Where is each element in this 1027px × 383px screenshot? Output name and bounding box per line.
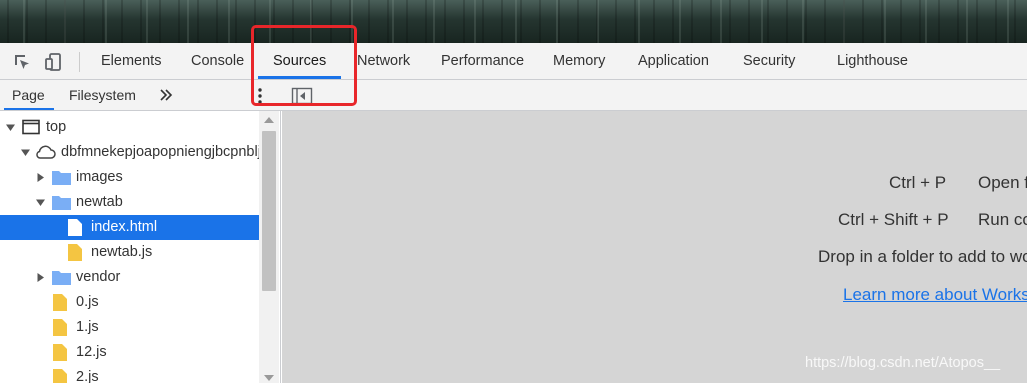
expanded-arrow-icon[interactable] [6, 123, 15, 132]
expanded-arrow-icon[interactable] [21, 148, 30, 157]
shortcut-action-run-command: Run command [978, 210, 1027, 229]
tab-console[interactable]: Console [191, 43, 244, 79]
folder-icon [52, 271, 71, 285]
scroll-thumb[interactable] [262, 131, 276, 291]
script-file-icon [68, 244, 82, 261]
script-file-icon [53, 344, 67, 361]
tree-item-label: newtab.js [91, 244, 153, 260]
tree-item-newtab-js[interactable]: newtab.js [0, 240, 259, 265]
tree-item-extension-origin[interactable]: dbfmnekepjoapopniengjbcpnbljalfkhp [0, 140, 259, 165]
file-navigator: top dbfmnekepjoapopniengjbcpnbljalfkhp i… [0, 111, 281, 383]
tree-item-label: images [76, 169, 123, 185]
tree-item-1-js[interactable]: 1.js [0, 315, 259, 340]
script-file-icon [53, 369, 67, 383]
more-tabs-icon[interactable] [158, 86, 174, 104]
tree-item-top[interactable]: top [0, 115, 259, 140]
script-file-icon [53, 319, 67, 336]
tree-item-label: 1.js [76, 319, 99, 335]
tab-lighthouse[interactable]: Lighthouse [837, 43, 908, 79]
collapsed-arrow-icon[interactable] [36, 173, 45, 182]
tree-item-label: 12.js [76, 344, 107, 360]
tab-memory[interactable]: Memory [553, 43, 605, 79]
tree-item-vendor[interactable]: vendor [0, 265, 259, 290]
subtab-filesystem[interactable]: Filesystem [69, 80, 136, 110]
document-icon [68, 219, 82, 236]
tree-item-label: 2.js [76, 369, 99, 383]
expanded-arrow-icon[interactable] [36, 198, 45, 207]
tab-security[interactable]: Security [743, 43, 795, 79]
navigator-scrollbar[interactable] [259, 111, 279, 383]
tree-item-label: dbfmnekepjoapopniengjbcpnbljalfkhp [61, 144, 259, 160]
tree-item-label: 0.js [76, 294, 99, 310]
tree-item-label: vendor [76, 269, 121, 285]
tab-elements[interactable]: Elements [101, 43, 161, 79]
learn-more-workspaces-link[interactable]: Learn more about Workspaces [843, 285, 1027, 305]
folder-icon [52, 196, 71, 210]
tree-item-12-js[interactable]: 12.js [0, 340, 259, 365]
cloud-icon [36, 145, 56, 159]
toolbar-divider [79, 52, 80, 72]
device-toolbar-icon[interactable] [44, 52, 64, 72]
red-annotation-box [251, 25, 357, 106]
frame-icon [22, 119, 40, 135]
tree-item-images[interactable]: images [0, 165, 259, 190]
shortcut-keys-run-command: Ctrl + Shift + P [838, 210, 949, 229]
tree-item-label: newtab [76, 194, 123, 210]
watermark-text: https://blog.csdn.net/Atopos__ [805, 355, 1001, 371]
background-photo-strip [0, 0, 1027, 43]
tree-item-label: top [46, 119, 67, 135]
tab-network[interactable]: Network [357, 43, 410, 79]
tab-performance[interactable]: Performance [441, 43, 524, 79]
inspect-element-icon[interactable] [12, 52, 32, 72]
shortcut-keys-open-file: Ctrl + P [889, 173, 947, 192]
script-file-icon [53, 294, 67, 311]
scroll-up-arrow-icon[interactable] [264, 117, 274, 123]
tab-application[interactable]: Application [638, 43, 709, 79]
collapsed-arrow-icon[interactable] [36, 273, 45, 282]
shortcut-action-open-file: Open file [978, 173, 1027, 192]
tree-item-index-html[interactable]: index.html [0, 215, 259, 240]
devtools-tab-bar: Elements Console Sources Network Perform… [0, 43, 1027, 80]
tree-item-newtab[interactable]: newtab [0, 190, 259, 215]
tree-item-label: index.html [91, 219, 158, 235]
active-subtab-indicator [4, 108, 54, 110]
subtab-page[interactable]: Page [12, 80, 45, 110]
navigator-tab-bar: Page Filesystem [0, 80, 1027, 111]
editor-placeholder: Ctrl + P Open file Ctrl + Shift + P Run … [282, 111, 1027, 383]
tree-item-2-js[interactable]: 2.js [0, 365, 259, 383]
scroll-down-arrow-icon[interactable] [264, 375, 274, 381]
drop-folder-hint: Drop in a folder to add to workspace [818, 247, 1027, 266]
folder-icon [52, 171, 71, 185]
tree-item-0-js[interactable]: 0.js [0, 290, 259, 315]
